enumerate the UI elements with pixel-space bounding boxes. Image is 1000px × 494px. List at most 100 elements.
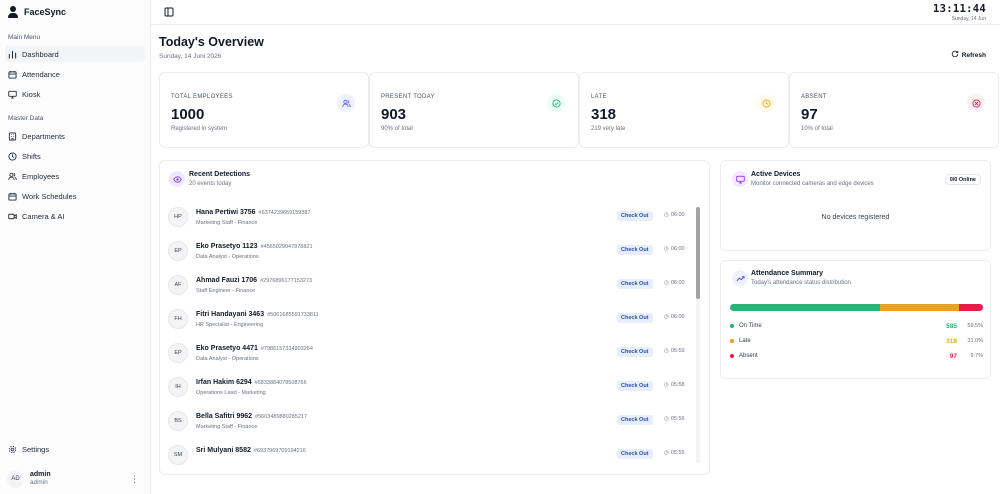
summary-row-on-time: On Time 585 59.5% [730,321,983,331]
detection-name: Ahmad Fauzi 1706 #2976896177153273 [196,277,313,284]
bar-segment-absent [958,304,983,311]
detection-role: Marketing Staff - Finance [196,220,258,226]
clock-icon: ◷ [664,212,669,218]
trend-up-icon [732,270,748,286]
stat-card-present-today: PRESENT TODAY 903 90% of total [369,72,579,148]
clock-icon: ◷ [664,314,669,320]
user-name: admin [30,471,51,478]
detection-name: Bella Safitri 9962 #5603489880285217 [196,413,308,420]
refresh-button[interactable]: Refresh [948,48,989,62]
section-label-master: Master Data [8,115,44,122]
sidebar-item-label: Employees [22,171,60,181]
stat-sub: Registered in system [171,126,228,132]
table-row[interactable]: BS Bella Safitri 9962 #5603489880285217 M… [168,408,698,438]
status-badge: Check Out [617,211,653,221]
sidebar-item-label: Departments [22,131,65,141]
user-profile[interactable]: AD admin admin ⋮ [5,468,145,490]
sidebar-item-settings[interactable]: Settings [5,441,145,457]
more-vertical-icon[interactable]: ⋮ [130,474,139,485]
avatar: HP [168,207,188,227]
clock-icon: ◷ [664,416,669,422]
avatar: BS [168,411,188,431]
summary-pct: 9.7% [970,353,983,359]
table-row[interactable]: EP Eko Prasetyo 4471 #7986157334903264 Da… [168,340,698,370]
summary-pct: 31.0% [967,338,983,344]
stat-value: 903 [381,106,407,123]
detection-code: #4565029047878821 [260,244,313,250]
detection-code: #5061685591733811 [267,312,319,318]
bar-segment-late [880,304,959,311]
table-row[interactable]: HP Hana Pertiwi 3756 #6374239659159387 Ma… [168,204,698,234]
detection-time: ◷ 06:00 [664,314,685,320]
stat-label: PRESENT TODAY [381,94,435,100]
detection-code: #6833884078508766 [254,380,307,386]
panel-subtitle: 20 events today [189,181,232,187]
sidebar-item-camera-ai[interactable]: Camera & AI [5,208,145,224]
section-label-main: Main Menu [8,34,41,41]
detection-time: ◷ 06:00 [664,212,685,218]
stat-sub: 90% of total [381,126,413,132]
status-badge: Check Out [617,347,653,357]
legend-dot [730,324,734,328]
sidebar-item-departments[interactable]: Departments [5,128,145,144]
detection-code: #5603489880285217 [255,414,308,420]
avatar: AF [168,275,188,295]
online-badge: 0/0 Online [944,174,981,185]
summary-pct: 59.5% [967,323,983,329]
table-row[interactable]: EP Eko Prasetyo 1123 #4565029047878821 Da… [168,238,698,268]
avatar: AD [7,470,24,488]
status-badge: Check Out [617,415,653,425]
detection-name: Eko Prasetyo 4471 #7986157334903264 [196,345,313,352]
detection-role: Data Analyst - Operations [196,254,259,260]
sidebar-item-attendance[interactable]: Attendance [5,66,145,82]
empty-state: No devices registered [821,214,890,221]
summary-count: 97 [949,352,957,360]
brand[interactable]: FaceSync [8,6,66,18]
stat-card-total-employees: TOTAL EMPLOYEES 1000 Registered in syste… [159,72,369,148]
table-row[interactable]: FH Fitri Handayani 3463 #5061685591733811… [168,306,698,336]
detection-name: Sri Mulyani 8582 #6937969709194216 [196,447,306,454]
scrollbar-thumb[interactable] [696,207,700,299]
sidebar-item-label: Camera & AI [22,211,65,221]
table-row[interactable]: SM Sri Mulyani 8582 #6937969709194216 Che… [168,442,698,472]
monitor-icon [8,90,17,99]
calendar-icon [8,70,17,79]
panel-title: Recent Detections [189,171,251,178]
table-row[interactable]: IH Irfan Hakim 6294 #6833884078508766 Ope… [168,374,698,404]
panel-title: Attendance Summary [751,270,823,277]
sidebar: FaceSync Main Menu Dashboard Attendance … [0,0,151,494]
building-icon [8,131,17,141]
detection-code: #6937969709194216 [253,448,306,454]
monitor-icon [732,171,748,187]
summary-row-late: Late 318 31.0% [730,336,983,346]
avatar: SM [168,445,188,465]
eye-icon [169,171,185,187]
stat-label: ABSENT [801,94,827,100]
users-icon [8,172,17,181]
sidebar-toggle-icon[interactable] [164,7,174,17]
detection-role: Data Analyst - Operations [196,356,259,362]
sidebar-item-kiosk[interactable]: Kiosk [5,86,145,102]
summary-count: 585 [946,322,957,330]
avatar: IH [168,377,188,397]
summary-row-absent: Absent 97 9.7% [730,351,983,361]
table-row[interactable]: AF Ahmad Fauzi 1706 #2976896177153273 Sta… [168,272,698,302]
clock-icon [757,94,775,112]
legend-dot [730,339,734,343]
summary-count: 318 [946,337,957,345]
sidebar-item-dashboard[interactable]: Dashboard [5,46,145,62]
check-circle-icon [547,94,565,112]
sidebar-item-employees[interactable]: Employees [5,168,145,184]
status-badge: Check Out [617,449,653,459]
sidebar-item-label: Settings [22,444,50,454]
sidebar-item-work-schedules[interactable]: Work Schedules [5,188,145,204]
stat-value: 318 [591,106,617,123]
detection-time: ◷ 06:00 [664,280,685,286]
detection-role: HR Specialist - Engineering [196,322,264,328]
detection-name: Hana Pertiwi 3756 #6374239659159387 [196,209,311,216]
detection-role: Operations Lead - Marketing [196,390,266,396]
sidebar-item-shifts[interactable]: Shifts [5,148,145,164]
refresh-label: Refresh [961,51,986,59]
avatar: FH [168,309,188,329]
scrollbar[interactable] [696,207,700,463]
